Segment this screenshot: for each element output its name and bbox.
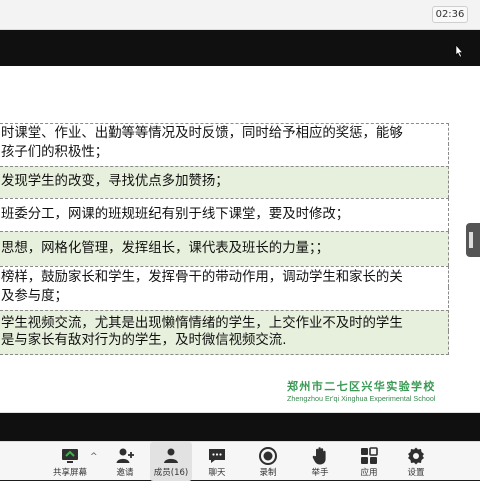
slide-row: 发现学生的改变，寻找优点多加赞扬； <box>0 166 449 198</box>
video-area-top <box>0 30 480 66</box>
raise-hand-icon <box>312 447 326 465</box>
slide-row: 思想，网格化管理，发挥组长，课代表及班长的力量；； <box>0 231 449 266</box>
share-options-caret[interactable]: ^ <box>90 452 98 462</box>
share-screen-label: 共享屏幕 <box>52 468 87 478</box>
shared-slide: 时课堂、作业、出勤等等情况及时反馈，同时给予相应的奖惩，能够 孩子们的积极性； … <box>0 66 480 413</box>
settings-label: 设置 <box>407 468 425 478</box>
settings-icon <box>408 447 424 465</box>
invite-button[interactable]: 邀请 <box>110 442 140 481</box>
apps-label: 应用 <box>360 468 378 478</box>
record-button[interactable]: 录制 <box>253 442 283 481</box>
school-name-cn: 郑州市二七区兴华实验学校 <box>287 380 436 393</box>
side-panel-handle[interactable] <box>466 223 480 257</box>
settings-button[interactable]: 设置 <box>401 442 431 481</box>
slide-row: 是与家长有敌对行为的学生，及时微信视频交流. <box>0 331 449 355</box>
slide-row: 孩子们的积极性； <box>0 143 449 164</box>
school-name-en: Zhengzhou Er'qi Xinghua Experimental Sch… <box>287 394 436 403</box>
mouse-cursor-icon <box>455 45 463 57</box>
invite-icon <box>116 448 134 463</box>
raise-hand-label: 举手 <box>311 468 329 478</box>
chat-label: 聊天 <box>208 468 226 478</box>
invite-label: 邀请 <box>116 468 134 478</box>
video-area-bottom <box>0 413 480 441</box>
slide-row: 班委分工，网课的班规班纪有别于线下课堂，要及时修改； <box>0 198 449 231</box>
raise-hand-button[interactable]: 举手 <box>305 442 335 481</box>
meeting-timer: 02:36 <box>432 6 468 23</box>
members-button[interactable]: 成员(16) <box>150 442 192 481</box>
slide-row: 时课堂、作业、出勤等等情况及时反馈，同时给予相应的奖惩，能够 <box>0 123 449 145</box>
slide-row: 及参与度； <box>0 287 449 308</box>
meeting-toolbar: 共享屏幕 邀请 成员(16) 聊天 录制 举手 应用 设置 <box>0 441 480 481</box>
members-label: 成员(16) <box>153 468 189 478</box>
chat-icon <box>209 449 225 463</box>
school-logo-text: 郑州市二七区兴华实验学校 Zhengzhou Er'qi Xinghua Exp… <box>287 380 465 404</box>
window-title-bar: 02:36 <box>0 0 480 30</box>
slide-row: 榜样，鼓励家长和学生，发挥骨干的带动作用，调动学生和家长的关 <box>0 266 449 287</box>
record-icon <box>259 447 277 465</box>
chat-button[interactable]: 聊天 <box>202 442 232 481</box>
share-screen-button[interactable]: 共享屏幕 <box>50 442 90 481</box>
share-screen-icon <box>62 449 78 463</box>
slide-row: 学生视频交流，尤其是出现懒惰情绪的学生，上交作业不及时的学生 <box>0 310 449 331</box>
members-icon <box>164 448 178 463</box>
record-label: 录制 <box>259 468 277 478</box>
apps-button[interactable]: 应用 <box>354 442 384 481</box>
apps-icon <box>361 447 378 464</box>
